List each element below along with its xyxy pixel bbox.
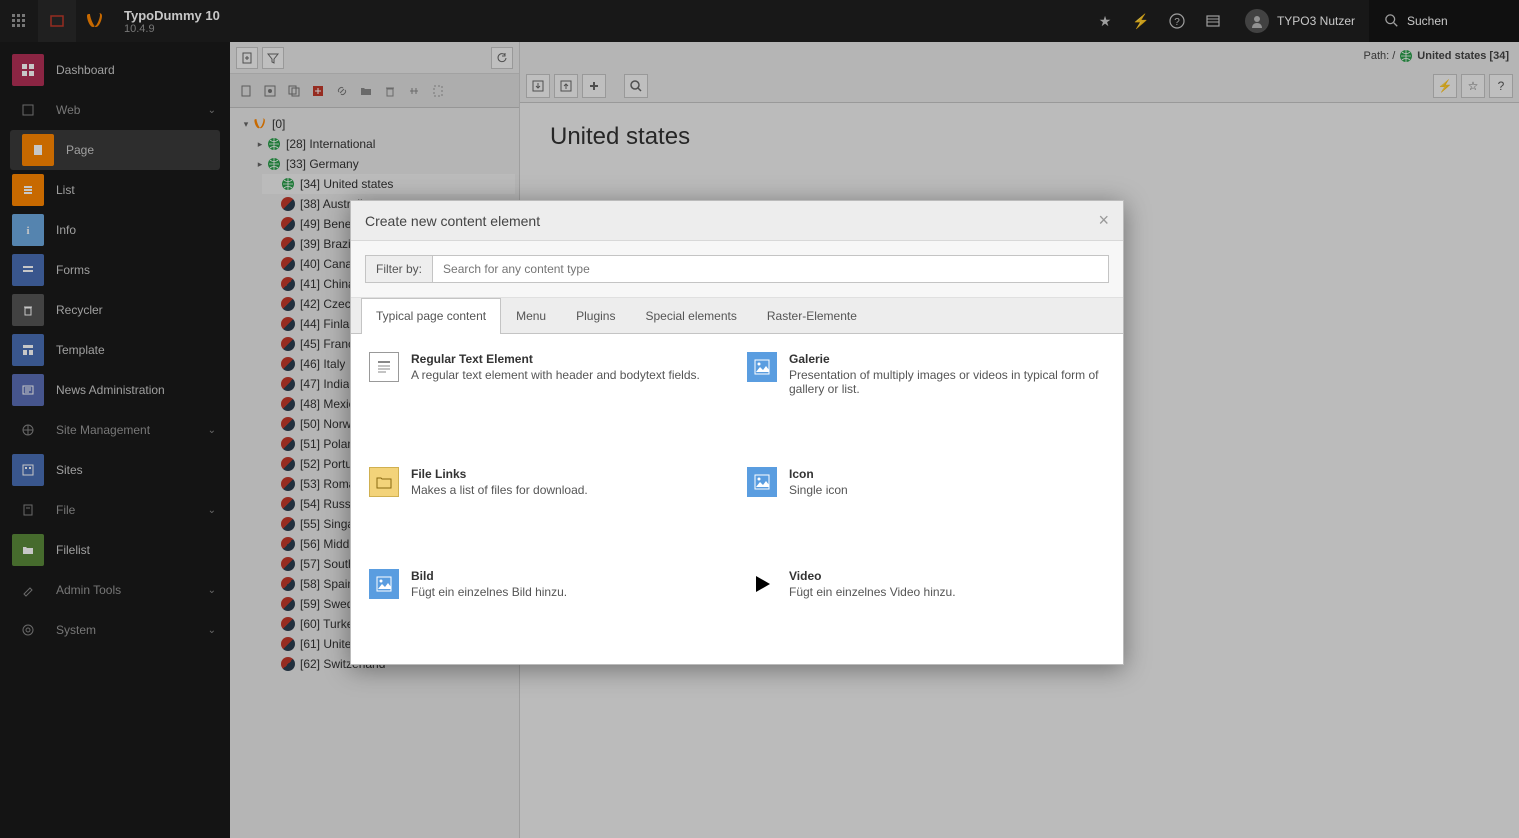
modal-tab[interactable]: Raster-Elemente: [752, 298, 872, 333]
image-element-icon: [369, 569, 399, 599]
content-element-option[interactable]: Galerie Presentation of multiply images o…: [747, 352, 1105, 443]
modal-tab[interactable]: Special elements: [630, 298, 751, 333]
image-element-icon: [747, 352, 777, 382]
ce-description: Single icon: [789, 483, 1105, 497]
content-element-option[interactable]: File Links Makes a list of files for down…: [369, 467, 727, 544]
modal-body: Regular Text Element A regular text eleme…: [351, 334, 1123, 664]
folder-element-icon: [369, 467, 399, 497]
modal-close-button[interactable]: ×: [1098, 210, 1109, 231]
modal-title: Create new content element: [365, 213, 1098, 229]
ce-title: Bild: [411, 569, 727, 583]
ce-description: Fügt ein einzelnes Video hinzu.: [789, 585, 1105, 599]
filter-input[interactable]: [433, 255, 1109, 283]
new-content-element-modal: Create new content element × Filter by: …: [350, 200, 1124, 665]
modal-tab[interactable]: Menu: [501, 298, 561, 333]
image-element-icon: [747, 467, 777, 497]
ce-description: Fügt ein einzelnes Bild hinzu.: [411, 585, 727, 599]
ce-title: Icon: [789, 467, 1105, 481]
ce-title: Galerie: [789, 352, 1105, 366]
ce-description: Presentation of multiply images or video…: [789, 368, 1105, 396]
text-element-icon: [369, 352, 399, 382]
content-element-option[interactable]: Icon Single icon: [747, 467, 1105, 544]
ce-title: Video: [789, 569, 1105, 583]
ce-title: Regular Text Element: [411, 352, 727, 366]
content-element-option[interactable]: Video Fügt ein einzelnes Video hinzu.: [747, 569, 1105, 646]
modal-tab[interactable]: Typical page content: [361, 298, 501, 334]
modal-tabs: Typical page contentMenuPluginsSpecial e…: [351, 298, 1123, 334]
modal-tab[interactable]: Plugins: [561, 298, 630, 333]
content-element-option[interactable]: Regular Text Element A regular text eleme…: [369, 352, 727, 443]
filter-label: Filter by:: [365, 255, 433, 283]
content-element-option[interactable]: Bild Fügt ein einzelnes Bild hinzu.: [369, 569, 727, 646]
ce-title: File Links: [411, 467, 727, 481]
play-element-icon: [747, 569, 777, 599]
ce-description: A regular text element with header and b…: [411, 368, 727, 382]
ce-description: Makes a list of files for download.: [411, 483, 727, 497]
